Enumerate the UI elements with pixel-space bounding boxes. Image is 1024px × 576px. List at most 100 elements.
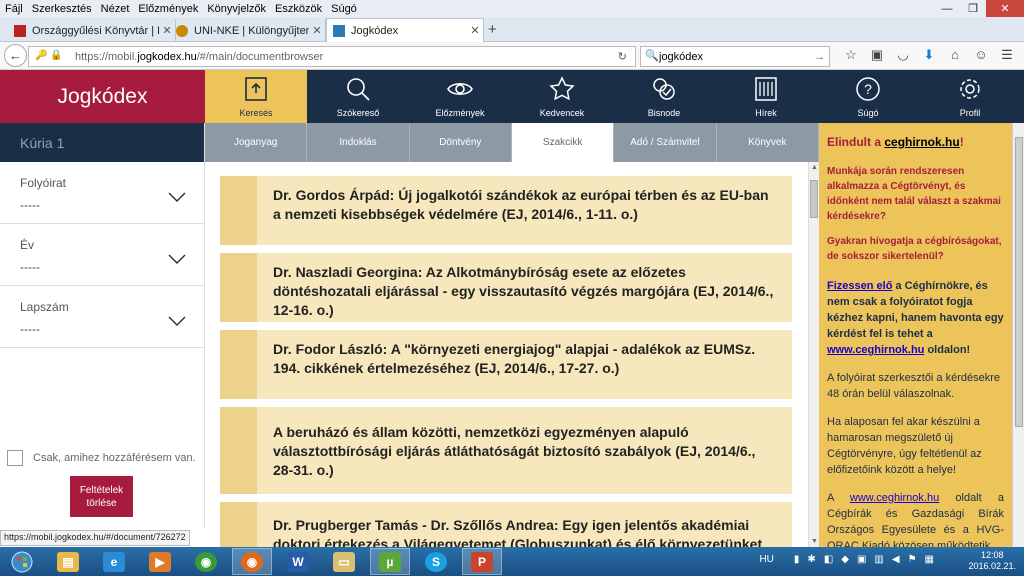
taskbar-app-media[interactable]: ▶	[140, 548, 180, 575]
svg-text:?: ?	[864, 81, 872, 97]
scroll-thumb[interactable]	[810, 180, 818, 218]
tray-app-icon[interactable]: ▦	[925, 554, 934, 565]
nav-hirek[interactable]: Hírek	[715, 70, 817, 123]
menu-file[interactable]: Fájl	[5, 3, 23, 15]
chevron-down-icon[interactable]	[168, 192, 186, 202]
nav-profil[interactable]: Profil	[919, 70, 1021, 123]
taskbar-app-chrome[interactable]: ◉	[186, 548, 226, 575]
nav-elozmenyek[interactable]: Előzmények	[409, 70, 511, 123]
menu-edit[interactable]: Szerkesztés	[32, 3, 92, 15]
menu-history[interactable]: Előzmények	[138, 3, 198, 15]
bookmark-star-icon[interactable]: ☆	[838, 47, 864, 63]
clear-filters-button[interactable]: Feltételek törlése	[70, 476, 133, 517]
tab-orszaggyulesi[interactable]: Országgyűlési Könyvtár | EU ✕	[8, 19, 176, 42]
list-scrollbar[interactable]: ▲ ▼	[808, 162, 819, 547]
list-item[interactable]: Dr. Fodor László: A "környezeti energiaj…	[220, 330, 792, 399]
pocket-icon[interactable]: ◡	[890, 47, 916, 63]
tray-app-icon[interactable]: ▮	[794, 554, 800, 565]
nav-szokereso[interactable]: Szókereső	[307, 70, 409, 123]
access-label: Csak, amihez hozzáférésem van.	[33, 452, 196, 464]
ceghirnok-link[interactable]: www.ceghirnok.hu	[850, 492, 939, 504]
tab-szakcikk[interactable]: Szakcikk	[511, 123, 615, 162]
subscribe-link[interactable]: Fizessen elő	[827, 280, 892, 292]
tab-konyvek[interactable]: Könyvek	[717, 123, 819, 162]
system-clock[interactable]: 12:08 2016.02.21.	[968, 550, 1016, 572]
article-title[interactable]: A beruházó és állam közötti, nemzetközi …	[257, 407, 792, 494]
scroll-thumb[interactable]	[1015, 137, 1023, 427]
menu-view[interactable]: Nézet	[101, 3, 130, 15]
nav-sugo[interactable]: ? Súgó	[817, 70, 919, 123]
tab-indoklas[interactable]: Indoklás	[307, 123, 410, 162]
reload-icon[interactable]: ↻	[618, 50, 627, 63]
nav-label: Kedvencek	[539, 108, 585, 118]
ad-headline-link[interactable]: ceghirnok.hu	[884, 135, 959, 149]
article-list: Dr. Gordos Árpád: Új jogalkotói szándéko…	[205, 162, 808, 547]
ceghirnok-link[interactable]: www.ceghirnok.hu	[827, 344, 924, 356]
nav-kereses[interactable]: Keresés	[205, 70, 307, 123]
menu-tools[interactable]: Eszközök	[275, 3, 322, 15]
chat-icon[interactable]: ☺	[968, 47, 994, 63]
address-bar[interactable]: 🔑 🔒 https://mobil.jogkodex.hu/#/main/doc…	[28, 46, 636, 67]
filter-folyoirat[interactable]: Folyóirat -----	[0, 162, 204, 224]
article-title[interactable]: Dr. Fodor László: A "környezeti energiaj…	[257, 330, 792, 399]
volume-icon[interactable]: ◀	[892, 554, 900, 565]
list-item[interactable]: Dr. Gordos Árpád: Új jogalkotói szándéko…	[220, 176, 792, 245]
chevron-down-icon[interactable]	[168, 316, 186, 326]
close-window-button[interactable]: ✕	[986, 0, 1024, 17]
taskbar-app-powerpoint[interactable]: P	[462, 548, 502, 575]
taskbar-app-utorrent[interactable]: µ	[370, 548, 410, 575]
back-button[interactable]: ←	[4, 44, 27, 67]
taskbar-app-explorer[interactable]: ▤	[48, 548, 88, 575]
menu-icon[interactable]: ☰	[994, 47, 1020, 63]
menu-help[interactable]: Súgó	[331, 3, 357, 15]
list-item[interactable]: Dr. Prugberger Tamás - Dr. Szőllős Andre…	[220, 502, 792, 547]
tray-app-icon[interactable]: ▣	[857, 554, 866, 565]
tab-jogkodex[interactable]: Jogkódex ✕	[326, 18, 484, 42]
taskbar-app-skype[interactable]: S	[416, 548, 456, 575]
close-tab-icon[interactable]: ✕	[309, 24, 325, 37]
start-button[interactable]	[2, 548, 42, 575]
access-checkbox[interactable]	[7, 450, 23, 466]
bluetooth-icon[interactable]: ✱	[807, 554, 815, 565]
close-tab-icon[interactable]: ✕	[467, 24, 483, 37]
maximize-button[interactable]: ❐	[960, 0, 986, 17]
home-icon[interactable]: ⌂	[942, 47, 968, 63]
tray-app-icon[interactable]: ◆	[841, 554, 849, 565]
language-indicator[interactable]: HU	[759, 554, 773, 565]
nav-kedvencek[interactable]: Kedvencek	[511, 70, 613, 123]
access-filter[interactable]: Csak, amihez hozzáférésem van.	[7, 450, 196, 466]
page-scrollbar[interactable]	[1012, 123, 1024, 547]
tab-joganyag[interactable]: Joganyag	[205, 123, 308, 162]
taskbar-app-firefox[interactable]: ◉	[232, 548, 272, 575]
search-go-icon[interactable]: →	[814, 51, 825, 63]
taskbar-app-folder[interactable]: ▭	[324, 548, 364, 575]
article-title[interactable]: Dr. Naszladi Georgina: Az Alkotmánybírós…	[257, 253, 792, 322]
new-tab-button[interactable]: +	[488, 21, 497, 38]
taskbar-app-ie[interactable]: e	[94, 548, 134, 575]
site-info-icon[interactable]: 🔑 🔒	[35, 50, 63, 61]
site-logo[interactable]: Jogkódex	[0, 70, 205, 123]
tab-ado-szamvitel[interactable]: Adó / Számvitel	[614, 123, 717, 162]
menu-bookmarks[interactable]: Könyvjelzők	[207, 3, 266, 15]
filter-lapszam[interactable]: Lapszám -----	[0, 286, 204, 348]
taskbar-app-word[interactable]: W	[278, 548, 318, 575]
list-item[interactable]: Dr. Naszladi Georgina: Az Alkotmánybírós…	[220, 253, 792, 322]
article-title[interactable]: Dr. Prugberger Tamás - Dr. Szőllős Andre…	[257, 502, 792, 547]
filter-ev[interactable]: Év -----	[0, 224, 204, 286]
tray-app-icon[interactable]: ◧	[824, 554, 833, 565]
nav-bisnode[interactable]: Bisnode	[613, 70, 715, 123]
tab-uni-nke[interactable]: UNI-NKE | Különgyűjteméne... ✕	[170, 19, 326, 42]
chevron-down-icon[interactable]	[168, 254, 186, 264]
network-icon[interactable]: ▥	[874, 554, 883, 565]
reading-list-icon[interactable]: ▣	[864, 47, 890, 63]
tab-dontveny[interactable]: Döntvény	[410, 123, 512, 162]
scroll-up-icon[interactable]: ▲	[811, 164, 818, 171]
download-icon[interactable]: ⬇	[916, 47, 942, 63]
search-input[interactable]: 🔍 jogkódex →	[640, 46, 830, 67]
article-title[interactable]: Dr. Gordos Árpád: Új jogalkotói szándéko…	[257, 176, 792, 245]
minimize-button[interactable]: —	[934, 0, 960, 17]
flag-icon[interactable]: ⚑	[908, 554, 917, 565]
ie-icon: e	[103, 551, 125, 572]
list-item[interactable]: A beruházó és állam közötti, nemzetközi …	[220, 407, 792, 494]
scroll-down-icon[interactable]: ▼	[811, 538, 818, 545]
